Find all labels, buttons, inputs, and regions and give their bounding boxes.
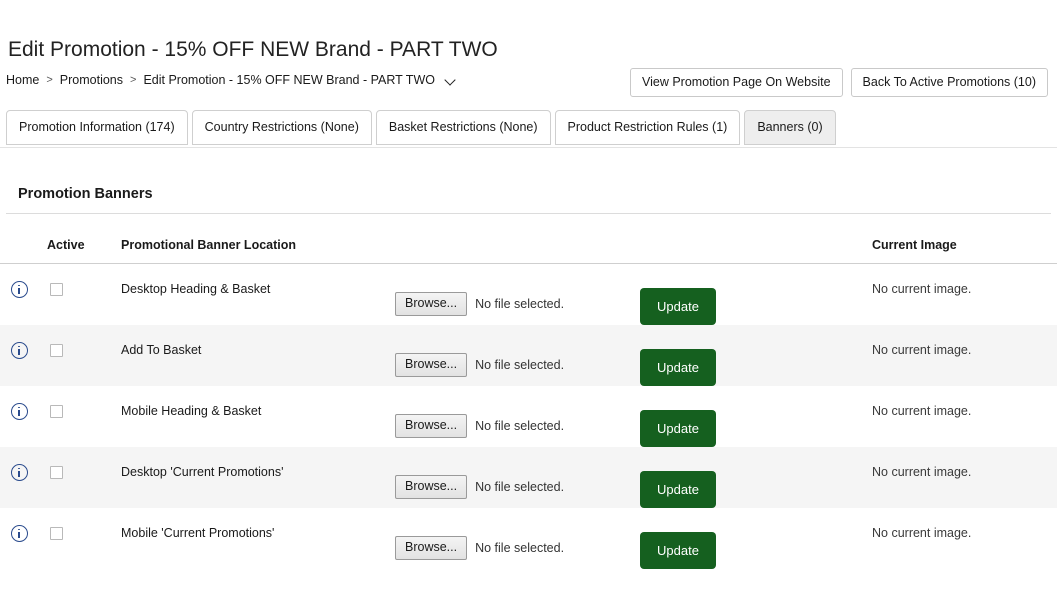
update-button-cell: Update — [640, 288, 716, 325]
breadcrumb-item-promotions[interactable]: Promotions — [60, 73, 123, 87]
info-icon-cell — [11, 342, 28, 359]
active-checkbox[interactable] — [50, 405, 63, 418]
banner-location-label: Desktop 'Current Promotions' — [121, 465, 284, 479]
row-trailing-column — [1032, 325, 1057, 386]
row-trailing-column — [1032, 508, 1057, 569]
file-status-text: No file selected. — [475, 296, 565, 311]
info-icon-cell — [11, 525, 28, 542]
chevron-down-icon[interactable] — [445, 75, 456, 86]
table-row: Mobile 'Current Promotions' Browse... No… — [0, 508, 1057, 569]
breadcrumb-item-home[interactable]: Home — [6, 73, 39, 87]
tabs-divider — [0, 147, 1057, 148]
info-icon[interactable] — [11, 342, 28, 359]
breadcrumb-item-current[interactable]: Edit Promotion - 15% OFF NEW Brand - PAR… — [143, 73, 435, 87]
file-input[interactable]: Browse... No file selected. — [395, 292, 564, 316]
column-header-location: Promotional Banner Location — [121, 238, 297, 252]
file-input[interactable]: Browse... No file selected. — [395, 475, 564, 499]
active-checkbox-cell — [50, 344, 63, 357]
tab-bar: Promotion Information (174) Country Rest… — [6, 110, 836, 145]
update-button[interactable]: Update — [640, 349, 716, 386]
banner-location-label: Add To Basket — [121, 343, 202, 357]
browse-button[interactable]: Browse... — [395, 536, 468, 560]
app-page: Edit Promotion - 15% OFF NEW Brand - PAR… — [0, 0, 1057, 593]
breadcrumb-separator: > — [46, 74, 53, 86]
active-checkbox[interactable] — [50, 283, 63, 296]
banner-location-label: Desktop Heading & Basket — [121, 282, 271, 296]
tab-country-restrictions[interactable]: Country Restrictions (None) — [191, 110, 372, 145]
file-input[interactable]: Browse... No file selected. — [395, 353, 564, 377]
info-icon[interactable] — [11, 403, 28, 420]
active-checkbox-cell — [50, 405, 63, 418]
update-button[interactable]: Update — [640, 471, 716, 508]
table-row: Desktop Heading & Basket Browse... No fi… — [0, 264, 1057, 325]
update-button-cell: Update — [640, 410, 716, 447]
browse-button[interactable]: Browse... — [395, 475, 468, 499]
tab-banners[interactable]: Banners (0) — [744, 110, 836, 145]
table-header-row: Active Promotional Banner Location Curre… — [0, 228, 1057, 264]
update-button-cell: Update — [640, 471, 716, 508]
update-button-cell: Update — [640, 532, 716, 569]
active-checkbox-cell — [50, 527, 63, 540]
info-icon-cell — [11, 403, 28, 420]
active-checkbox[interactable] — [50, 344, 63, 357]
info-icon-cell — [11, 281, 28, 298]
banners-table: Active Promotional Banner Location Curre… — [0, 228, 1057, 569]
current-image-text: No current image. — [872, 404, 972, 418]
browse-button[interactable]: Browse... — [395, 414, 468, 438]
file-status-text: No file selected. — [475, 479, 565, 494]
page-title: Edit Promotion - 15% OFF NEW Brand - PAR… — [8, 38, 498, 62]
update-button[interactable]: Update — [640, 532, 716, 569]
banner-location-label: Mobile 'Current Promotions' — [121, 526, 275, 540]
current-image-text: No current image. — [872, 343, 972, 357]
row-trailing-column — [1032, 447, 1057, 508]
current-image-text: No current image. — [872, 526, 972, 540]
browse-button[interactable]: Browse... — [395, 353, 468, 377]
active-checkbox-cell — [50, 283, 63, 296]
back-to-active-promotions-button[interactable]: Back To Active Promotions (10) — [850, 68, 1048, 97]
breadcrumb-separator: > — [130, 74, 137, 86]
file-status-text: No file selected. — [475, 357, 565, 372]
row-trailing-column — [1032, 386, 1057, 447]
browse-button[interactable]: Browse... — [395, 292, 468, 316]
table-row: Desktop 'Current Promotions' Browse... N… — [0, 447, 1057, 508]
update-button[interactable]: Update — [640, 288, 716, 325]
file-upload-cell: Browse... No file selected. — [395, 475, 564, 499]
column-gap — [1026, 228, 1032, 263]
column-header-active: Active — [47, 238, 85, 252]
tab-product-restriction-rules[interactable]: Product Restriction Rules (1) — [554, 110, 741, 145]
table-row: Mobile Heading & Basket Browse... No fil… — [0, 386, 1057, 447]
current-image-text: No current image. — [872, 282, 972, 296]
info-icon[interactable] — [11, 281, 28, 298]
active-checkbox[interactable] — [50, 527, 63, 540]
file-status-text: No file selected. — [475, 418, 565, 433]
section-title: Promotion Banners — [18, 186, 153, 202]
file-upload-cell: Browse... No file selected. — [395, 536, 564, 560]
file-upload-cell: Browse... No file selected. — [395, 292, 564, 316]
tab-promotion-information[interactable]: Promotion Information (174) — [6, 110, 188, 145]
update-button-cell: Update — [640, 349, 716, 386]
section-divider — [6, 213, 1051, 214]
file-input[interactable]: Browse... No file selected. — [395, 414, 564, 438]
file-upload-cell: Browse... No file selected. — [395, 353, 564, 377]
row-trailing-column — [1032, 264, 1057, 325]
top-actions: View Promotion Page On Website Back To A… — [630, 68, 1048, 97]
banner-location-label: Mobile Heading & Basket — [121, 404, 262, 418]
view-promotion-page-button[interactable]: View Promotion Page On Website — [630, 68, 843, 97]
file-status-text: No file selected. — [475, 540, 565, 555]
active-checkbox[interactable] — [50, 466, 63, 479]
breadcrumb: Home > Promotions > Edit Promotion - 15%… — [6, 73, 456, 87]
tab-basket-restrictions[interactable]: Basket Restrictions (None) — [375, 110, 551, 145]
column-header-current-image: Current Image — [872, 238, 957, 252]
file-upload-cell: Browse... No file selected. — [395, 414, 564, 438]
table-row: Add To Basket Browse... No file selected… — [0, 325, 1057, 386]
info-icon[interactable] — [11, 464, 28, 481]
update-button[interactable]: Update — [640, 410, 716, 447]
current-image-text: No current image. — [872, 465, 972, 479]
active-checkbox-cell — [50, 466, 63, 479]
file-input[interactable]: Browse... No file selected. — [395, 536, 564, 560]
info-icon[interactable] — [11, 525, 28, 542]
info-icon-cell — [11, 464, 28, 481]
